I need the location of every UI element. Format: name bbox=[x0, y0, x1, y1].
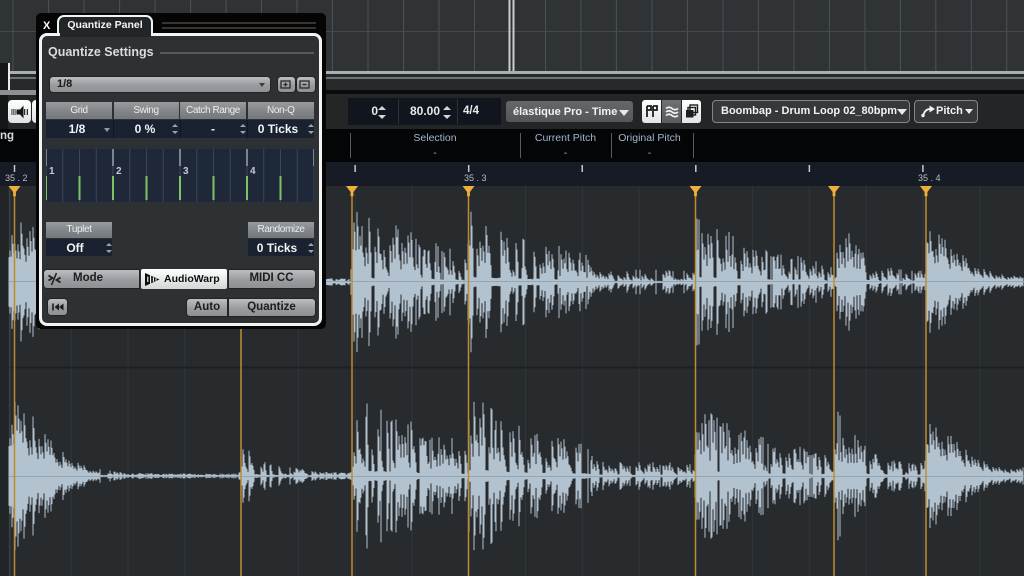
svg-text:4: 4 bbox=[250, 166, 256, 177]
svg-text:3: 3 bbox=[183, 166, 189, 177]
svg-text:1: 1 bbox=[49, 166, 55, 177]
svg-text:2: 2 bbox=[116, 166, 122, 177]
